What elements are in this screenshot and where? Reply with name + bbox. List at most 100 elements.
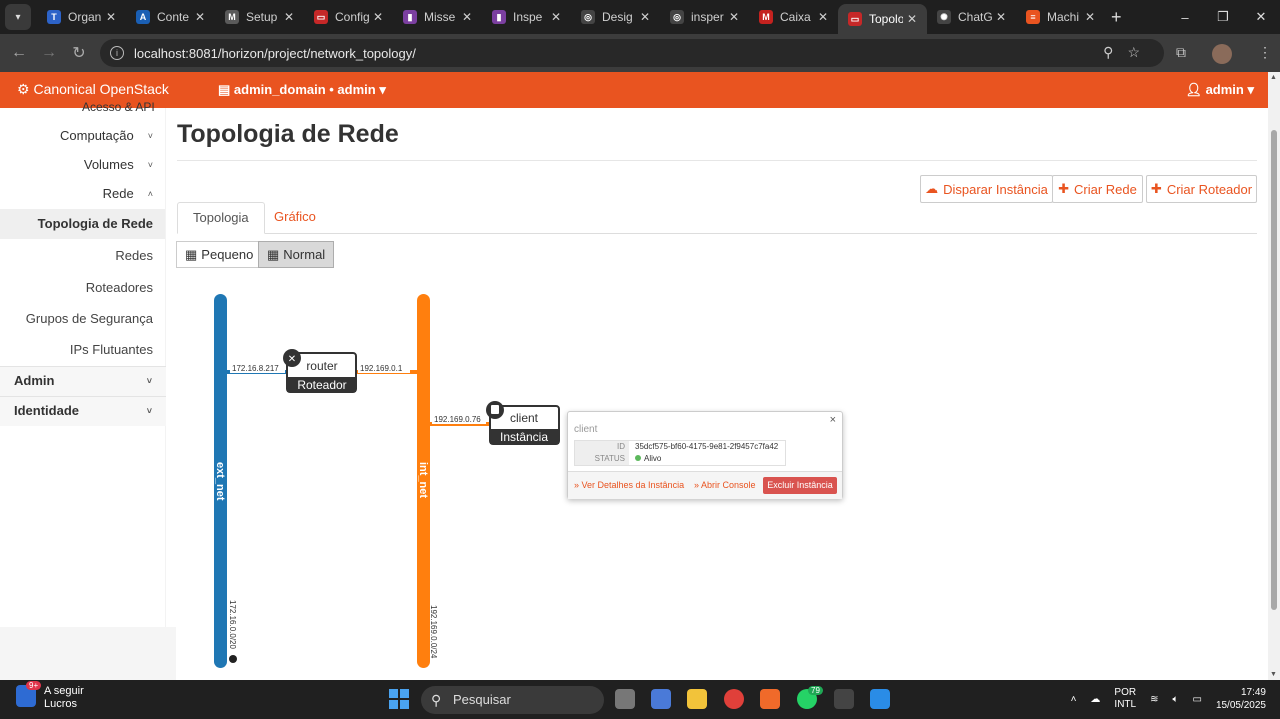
maximize-button[interactable]: ❐ [1204,9,1242,25]
delete-instance-button[interactable]: Excluir Instância [763,477,837,494]
chrome-icon[interactable] [724,689,744,709]
editor-icon[interactable] [870,689,890,709]
browser-tab[interactable]: ▮ Misse ✕ [393,0,482,34]
terminal-icon[interactable] [834,689,854,709]
tab-close-icon[interactable]: ✕ [462,10,472,24]
sidebar-item-floating-ips[interactable]: IPs Flutuantes [70,342,153,357]
tab-search-button[interactable]: ▾ [5,4,31,30]
cloud-icon[interactable]: ☁ [1090,694,1100,705]
brave-icon[interactable] [760,689,780,709]
sidebar-item-security-groups[interactable]: Grupos de Segurança [26,311,153,326]
window-controls: – ❐ ✕ [1166,0,1280,34]
file-explorer-icon[interactable] [687,689,707,709]
router-node[interactable]: router Roteador ✕ [283,349,357,393]
sidebar-item-compute[interactable]: Computação ˅ [60,128,153,143]
browser-tab[interactable]: M Setup ✕ [215,0,304,34]
tab-close-icon[interactable]: ✕ [640,10,650,24]
scrollbar-thumb[interactable] [1271,130,1277,610]
browser-tab[interactable]: T Organi ✕ [37,0,126,34]
tab-close-icon[interactable]: ✕ [1085,10,1095,24]
url-input[interactable]: i localhost:8081/horizon/project/network… [100,39,1164,67]
browser-menu-icon[interactable]: ⋮ [1258,44,1272,64]
browser-tab[interactable]: ▭ Config ✕ [304,0,393,34]
browser-tab[interactable]: ◎ insper ✕ [660,0,749,34]
tab-close-icon[interactable]: ✕ [996,10,1006,24]
volume-icon[interactable]: 🔈︎ [1172,694,1178,705]
tab-close-icon[interactable]: ✕ [729,10,739,24]
sidebar-section-identity[interactable]: Identidade ˅ [0,396,166,426]
scroll-down-arrow[interactable]: ▼ [1270,671,1277,678]
tab-graph[interactable]: Gráfico [259,202,331,234]
address-bar-row: ← → ↻ i localhost:8081/horizon/project/n… [0,34,1280,72]
clock[interactable]: 17:49 15/05/2025 [1216,686,1266,712]
user-menu[interactable]: 👤︎ admin ▾ [1185,82,1254,98]
tab-close-icon[interactable]: ✕ [551,10,561,24]
sidebar-item-networks[interactable]: Redes [115,248,153,263]
forward-button[interactable]: → [34,44,64,62]
tab-topology[interactable]: Topologia [177,202,265,234]
user-icon: 👤︎ [1185,82,1202,97]
scroll-up-arrow[interactable]: ▲ [1270,74,1277,81]
plus-icon: ✚ [1058,181,1070,196]
browser-tab[interactable]: ◎ Desig ✕ [571,0,660,34]
page-scrollbar[interactable]: ▲ ▼ [1268,72,1280,680]
open-console-link[interactable]: » Abrir Console [694,480,756,490]
sidebar-item-api-access[interactable]: Acesso & API [82,100,155,114]
back-button[interactable]: ← [4,44,34,62]
tab-close-icon[interactable]: ✕ [106,10,116,24]
view-details-link[interactable]: » Ver Detalhes da Instância [574,480,684,490]
tab-title: ChatG [958,10,992,24]
sidebar-footer [0,627,176,680]
minimize-button[interactable]: – [1166,10,1204,25]
browser-tab[interactable]: ✺ ChatG ✕ [927,0,1016,34]
sidebar-item-network[interactable]: Rede ˄ [103,186,153,201]
tab-close-icon[interactable]: ✕ [195,10,205,24]
tab-close-icon[interactable]: ✕ [907,12,917,26]
system-tray: ˄ ☁ POR INTL ≋ 🔈︎ ▭ 17:49 15/05/2025 [1071,686,1266,712]
popup-close-button[interactable]: × [830,414,836,426]
profile-avatar[interactable] [1212,44,1232,64]
normal-size-button[interactable]: ▦ Normal [258,241,335,268]
browser-tab[interactable]: ≡ Machi ✕ [1016,0,1105,34]
chevron-up-icon[interactable]: ˄ [1071,694,1077,705]
zoom-icon[interactable]: ⚲ [1103,44,1127,60]
whatsapp-badge: 79 [808,686,823,695]
chevron-down-icon: ˅ [147,159,153,170]
task-view-icon[interactable] [615,689,635,709]
browser-tab[interactable]: ▭ Topolo ✕ [838,4,927,34]
bookmark-star-icon[interactable]: ☆ [1127,44,1154,60]
create-router-button[interactable]: ✚ Criar Roteador [1146,175,1257,203]
language-indicator[interactable]: POR INTL [1114,687,1136,711]
copilot-icon[interactable] [651,689,671,709]
wifi-icon[interactable]: ≋ [1150,694,1158,705]
reload-button[interactable]: ↻ [64,43,94,63]
windows-start-icon[interactable] [389,689,409,709]
small-size-button[interactable]: ▦ Pequeno [176,241,263,268]
tab-close-icon[interactable]: ✕ [284,10,294,24]
brand-logo[interactable]: ⚙ Canonical OpenStack [17,81,169,98]
tab-close-icon[interactable]: ✕ [818,10,828,24]
battery-icon[interactable]: ▭ [1192,694,1201,705]
new-tab-button[interactable]: + [1111,7,1122,28]
tab-close-icon[interactable]: ✕ [373,10,383,24]
sidebar-item-routers[interactable]: Roteadores [86,280,153,295]
extensions-icon[interactable]: ⧉ [1176,44,1186,64]
create-network-button[interactable]: ✚ Criar Rede [1052,175,1143,203]
id-label: ID [575,441,629,453]
sidebar-section-admin[interactable]: Admin ˅ [0,366,166,396]
browser-tab[interactable]: M Caixa ✕ [749,0,838,34]
project-selector[interactable]: ▤ admin_domain • admin ▾ [218,82,386,98]
browser-tab[interactable]: ▮ Inspe ✕ [482,0,571,34]
browser-tab[interactable]: A Conte ✕ [126,0,215,34]
widgets-button[interactable]: 9+ A seguir Lucros [16,681,84,711]
launch-instance-button[interactable]: ☁ Disparar Instância [920,175,1053,203]
instance-type: Instância [500,430,548,444]
close-window-button[interactable]: ✕ [1242,9,1280,25]
status-label: STATUS [575,453,629,465]
site-info-icon[interactable]: i [110,46,124,60]
sidebar-item-volumes[interactable]: Volumes ˅ [84,157,153,172]
instance-node[interactable]: client Instância [486,401,560,445]
sidebar-item-network-topology[interactable]: Topologia de Rede [0,209,165,239]
tab-favicon-icon: ◎ [670,10,684,24]
taskbar-search[interactable]: ⚲ Pesquisar [421,686,604,714]
